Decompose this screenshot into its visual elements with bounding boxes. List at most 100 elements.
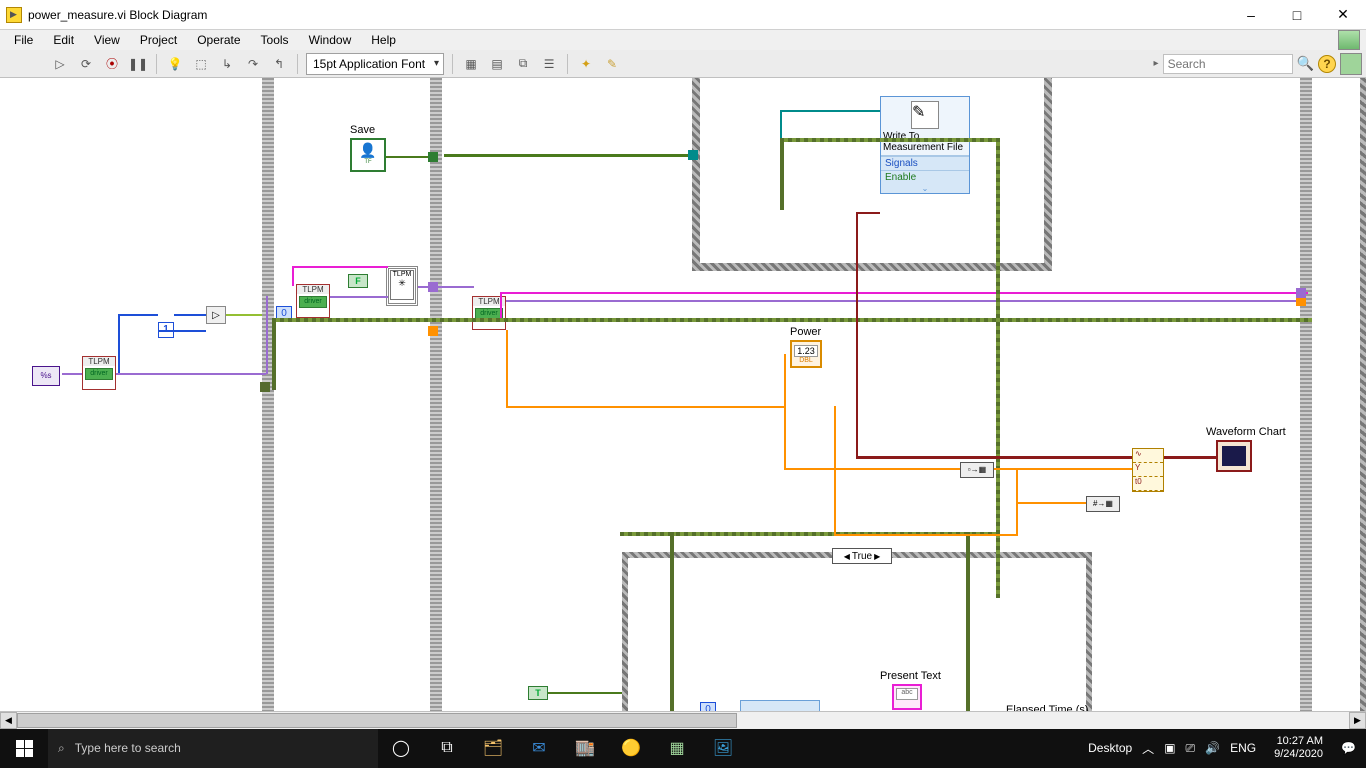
waveform-chart-terminal[interactable] xyxy=(1216,440,1252,472)
wire xyxy=(856,456,1132,459)
taskbar-cortana[interactable]: ◯ xyxy=(378,728,424,768)
resize-button[interactable]: ⧉ xyxy=(513,54,533,74)
step-into-button[interactable]: ↳ xyxy=(217,54,237,74)
lightbulb-icon[interactable]: 💡 xyxy=(165,54,185,74)
wire xyxy=(780,138,1000,142)
bundle-node[interactable]: ∿ Y t0 xyxy=(1132,448,1164,492)
scroll-right-arrow[interactable]: ▶ xyxy=(1349,712,1366,729)
maximize-button[interactable]: □ xyxy=(1274,0,1320,30)
wire xyxy=(118,314,120,374)
vi-icon[interactable] xyxy=(1338,30,1360,50)
context-help-button[interactable]: ? xyxy=(1318,55,1336,73)
tlpm-node-1[interactable]: driver xyxy=(82,356,116,390)
wire xyxy=(996,138,1000,598)
horizontal-scrollbar[interactable]: ◀ ▶ xyxy=(0,711,1366,728)
wire xyxy=(780,110,880,112)
distribute-button[interactable]: ▤ xyxy=(487,54,507,74)
write-measurement-file-node[interactable]: ✎ Write To Measurement File Signals Enab… xyxy=(880,96,970,194)
tray-desktop-label[interactable]: Desktop xyxy=(1088,741,1132,755)
power-indicator[interactable]: 1.23 DBL xyxy=(790,340,822,368)
menu-bar: File Edit View Project Operate Tools Win… xyxy=(0,30,1366,50)
false-constant[interactable]: F xyxy=(348,274,368,288)
present-text-terminal[interactable]: abc xyxy=(892,684,922,710)
tlpm-node-3[interactable]: TLPM ✳ xyxy=(390,270,414,300)
power-type: DBL xyxy=(799,357,813,364)
bundle-slot-y: Y xyxy=(1133,463,1163,477)
search-input[interactable] xyxy=(1163,54,1293,74)
connector-pane-icon[interactable] xyxy=(1340,53,1362,75)
step-over-button[interactable]: ↷ xyxy=(243,54,263,74)
close-button[interactable]: ✕ xyxy=(1320,0,1366,30)
window-titlebar: power_measure.vi Block Diagram – □ ✕ xyxy=(0,0,1366,30)
menu-window[interactable]: Window xyxy=(301,31,360,49)
taskbar-taskview[interactable]: ⧉ xyxy=(424,728,470,768)
start-button[interactable] xyxy=(0,728,48,768)
scroll-thumb[interactable] xyxy=(17,713,737,728)
wire xyxy=(670,532,674,711)
case-structure[interactable] xyxy=(622,552,1092,711)
step-out-button[interactable]: ↰ xyxy=(269,54,289,74)
power-label: Power xyxy=(790,326,821,338)
tray-time: 10:27 AM xyxy=(1274,735,1323,748)
build-array-node[interactable]: ▫→▦ xyxy=(960,462,994,478)
menu-edit[interactable]: Edit xyxy=(45,31,82,49)
wire xyxy=(500,292,1308,294)
present-text-label: Present Text xyxy=(880,670,941,682)
font-selector[interactable]: 15pt Application Font xyxy=(306,53,444,75)
wire xyxy=(784,468,960,470)
menu-operate[interactable]: Operate xyxy=(189,31,248,49)
search-icon[interactable]: 🔍 xyxy=(1297,55,1314,72)
minimize-button[interactable]: – xyxy=(1228,0,1274,30)
menu-help[interactable]: Help xyxy=(363,31,404,49)
run-continuous-button[interactable]: ⟳ xyxy=(76,54,96,74)
run-button[interactable]: ▷ xyxy=(50,54,70,74)
tray-clock[interactable]: 10:27 AM 9/24/2020 xyxy=(1266,735,1331,761)
tray-volume-icon[interactable]: 🔊 xyxy=(1205,741,1220,755)
to-array-node[interactable]: #→▦ xyxy=(1086,496,1120,512)
taskbar-explorer[interactable]: 🗂 xyxy=(470,728,516,768)
case-inner-node[interactable] xyxy=(740,700,820,711)
pause-button[interactable]: ❚❚ xyxy=(128,54,148,74)
present-text-abc: abc xyxy=(896,688,918,700)
search-caret-icon[interactable]: ▸ xyxy=(1154,58,1159,69)
taskbar-chrome[interactable]: 🟡 xyxy=(608,728,654,768)
true-constant[interactable]: T xyxy=(528,686,548,700)
express-enable[interactable]: Enable xyxy=(881,170,969,184)
const-zero-2[interactable]: 0 xyxy=(700,702,716,711)
tray-wifi-icon[interactable]: ⎚ xyxy=(1186,741,1196,756)
power-value: 1.23 xyxy=(794,345,818,357)
align-button[interactable]: ▦ xyxy=(461,54,481,74)
menu-file[interactable]: File xyxy=(6,31,41,49)
retain-wire-button[interactable]: ⬚ xyxy=(191,54,211,74)
menu-project[interactable]: Project xyxy=(132,31,185,49)
clean-wire-button[interactable]: ✎ xyxy=(602,54,622,74)
block-diagram-canvas[interactable]: %s driver 1 ▷ 0 driver F TLPM ✳ driver xyxy=(0,78,1366,711)
tlpm-node-2[interactable]: driver xyxy=(296,284,330,318)
taskbar-labview[interactable]: ▦ xyxy=(654,728,700,768)
tray-language[interactable]: ENG xyxy=(1230,741,1256,755)
wire xyxy=(1164,456,1216,459)
express-signals[interactable]: Signals xyxy=(881,156,969,170)
reorder-button[interactable]: ☰ xyxy=(539,54,559,74)
greater-than-node[interactable]: ▷ xyxy=(206,306,226,324)
tunnel xyxy=(688,150,698,160)
case-selector[interactable]: True xyxy=(832,548,892,564)
scroll-left-arrow[interactable]: ◀ xyxy=(0,712,17,729)
windows-logo-icon xyxy=(16,740,33,757)
wire xyxy=(118,314,158,316)
taskbar-search[interactable]: ⌕ Type here to search xyxy=(48,728,378,768)
tray-notifications-icon[interactable]: 💬 xyxy=(1341,741,1356,755)
cleanup-button[interactable]: ✦ xyxy=(576,54,596,74)
taskbar-mail[interactable]: ✉ xyxy=(516,728,562,768)
tray-chevron-up-icon[interactable]: ︿ xyxy=(1142,740,1154,757)
abort-button[interactable]: ⦿ xyxy=(102,54,122,74)
tray-battery-icon[interactable]: ▣ xyxy=(1164,741,1175,755)
wire xyxy=(444,154,692,157)
wire xyxy=(506,300,1306,302)
scroll-track[interactable] xyxy=(17,712,1349,729)
menu-view[interactable]: View xyxy=(86,31,128,49)
taskbar-photos[interactable]: 🖼 xyxy=(700,728,746,768)
string-format-node[interactable]: %s xyxy=(32,366,60,386)
menu-tools[interactable]: Tools xyxy=(253,31,297,49)
taskbar-store[interactable]: 🏬 xyxy=(562,728,608,768)
